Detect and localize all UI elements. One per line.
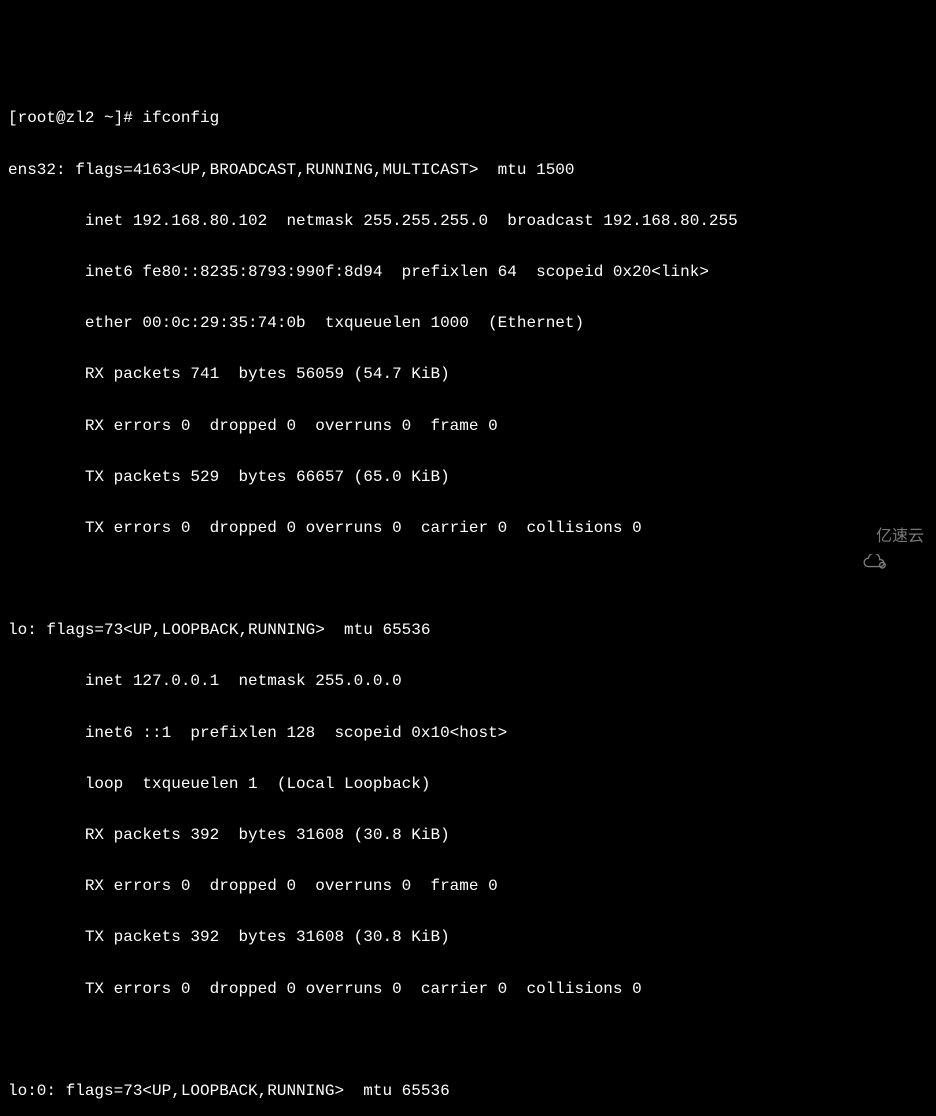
- watermark: 亿速云: [842, 524, 924, 550]
- command-text: ifconfig: [142, 109, 219, 127]
- iface-line: TX errors 0 dropped 0 overruns 0 carrier…: [8, 977, 928, 1003]
- iface-line: TX errors 0 dropped 0 overruns 0 carrier…: [8, 516, 928, 542]
- iface-line: loop txqueuelen 1 (Local Loopback): [8, 772, 928, 798]
- iface-header: ens32: flags=4163<UP,BROADCAST,RUNNING,M…: [8, 158, 928, 184]
- watermark-text: 亿速云: [876, 524, 924, 550]
- iface-line: RX packets 392 bytes 31608 (30.8 KiB): [8, 823, 928, 849]
- iface-line: TX packets 529 bytes 66657 (65.0 KiB): [8, 465, 928, 491]
- iface-line: inet6 ::1 prefixlen 128 scopeid 0x10<hos…: [8, 721, 928, 747]
- iface-header: lo:0: flags=73<UP,LOOPBACK,RUNNING> mtu …: [8, 1079, 928, 1105]
- iface-line: TX packets 392 bytes 31608 (30.8 KiB): [8, 925, 928, 951]
- prompt-line[interactable]: [root@zl2 ~]# ifconfig: [8, 106, 928, 132]
- iface-line: RX packets 741 bytes 56059 (54.7 KiB): [8, 362, 928, 388]
- iface-line: inet 127.0.0.1 netmask 255.0.0.0: [8, 669, 928, 695]
- blank-line: [8, 1028, 928, 1054]
- iface-line: inet6 fe80::8235:8793:990f:8d94 prefixle…: [8, 260, 928, 286]
- iface-line: RX errors 0 dropped 0 overruns 0 frame 0: [8, 874, 928, 900]
- iface-line: RX errors 0 dropped 0 overruns 0 frame 0: [8, 414, 928, 440]
- cloud-icon: [842, 528, 870, 546]
- iface-header: lo: flags=73<UP,LOOPBACK,RUNNING> mtu 65…: [8, 618, 928, 644]
- blank-line: [8, 567, 928, 593]
- iface-line: ether 00:0c:29:35:74:0b txqueuelen 1000 …: [8, 311, 928, 337]
- shell-prompt: [root@zl2 ~]#: [8, 109, 142, 127]
- iface-line: inet 192.168.80.102 netmask 255.255.255.…: [8, 209, 928, 235]
